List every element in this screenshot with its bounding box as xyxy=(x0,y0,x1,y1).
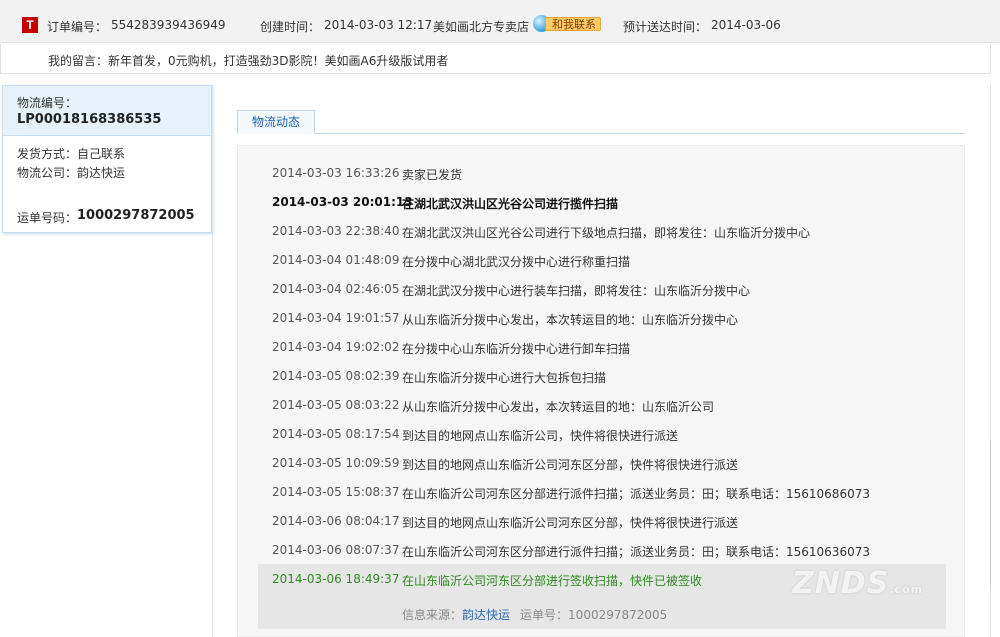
tracking-row: 2014-03-04 02:46:05 在湖北武汉分拨中心进行装车扫描，即将发往… xyxy=(238,279,966,299)
event-time: 2014-03-04 01:48:09 xyxy=(272,253,400,267)
site-watermark-logo: ZNDS.com xyxy=(792,566,924,601)
event-time: 2014-03-05 08:02:39 xyxy=(272,369,400,383)
tracking-row: 2014-03-06 08:07:37 在山东临沂公司河东区分部进行派件扫描；派… xyxy=(238,540,966,560)
event-time: 2014-03-05 15:08:37 xyxy=(272,485,400,499)
event-time: 2014-03-03 16:33:26 xyxy=(272,166,400,180)
buyer-message: 我的留言：新年首发，0元购机，打造强劲3D影院！美如画A6升级版试用者 xyxy=(48,54,449,68)
event-desc: 到达目的地网点山东临沂公司，快件将很快进行派送 xyxy=(402,429,679,443)
info-source-waybill: 1000297872005 xyxy=(568,608,668,622)
event-time: 2014-03-06 08:07:37 xyxy=(272,543,400,557)
contact-seller-label: 和我联系 xyxy=(545,17,601,31)
tracking-log: 2014-03-03 16:33:26 卖家已发货 2014-03-03 20:… xyxy=(237,145,965,637)
event-desc: 在山东临沂分拨中心进行大包拆包扫描 xyxy=(402,371,607,385)
event-desc: 卖家已发货 xyxy=(402,168,463,182)
tracking-row: 2014-03-04 19:02:02 在分拨中心山东临沂分拨中心进行卸车扫描 xyxy=(238,337,966,357)
info-source-waybill-label: 运单号： xyxy=(520,608,569,622)
info-source: 信息来源：韵达快运 运单号：1000297872005 xyxy=(402,606,667,623)
created-time: 2014-03-03 12:17 xyxy=(324,18,433,32)
ship-method-label: 发货方式： xyxy=(17,147,78,161)
ship-company: 韵达快运 xyxy=(77,166,126,180)
tracking-row: 2014-03-03 20:01:13 在湖北武汉洪山区光谷公司进行揽件扫描 xyxy=(238,192,966,212)
tracking-row: 2014-03-04 01:48:09 在分拨中心湖北武汉分拨中心进行称重扫描 xyxy=(238,250,966,270)
event-time: 2014-03-05 08:03:22 xyxy=(272,398,400,412)
eta-label: 预计送达时间： xyxy=(623,20,708,34)
waybill-no: 1000297872005 xyxy=(77,208,195,223)
info-source-label: 信息来源： xyxy=(402,608,463,622)
logistics-no: LP00018168386535 xyxy=(17,112,162,127)
logistics-info-panel: 物流编号： LP00018168386535 发货方式： 自己联系 物流公司： … xyxy=(2,85,212,233)
event-desc: 在分拨中心山东临沂分拨中心进行卸车扫描 xyxy=(402,342,631,356)
event-time: 2014-03-06 18:49:37 xyxy=(272,572,400,586)
buyer-message-bar: 我的留言：新年首发，0元购机，打造强劲3D影院！美如画A6升级版试用者 xyxy=(0,44,991,74)
logistics-no-box: 物流编号： LP00018168386535 xyxy=(3,86,211,136)
order-no-label: 订单编号： xyxy=(47,20,108,34)
panel-divider xyxy=(212,85,213,637)
side-widget-edge[interactable] xyxy=(990,440,1000,590)
event-time: 2014-03-04 19:02:02 xyxy=(272,340,400,354)
tracking-row: 2014-03-06 08:04:17 到达目的地网点山东临沂公司河东区分部，快… xyxy=(238,511,966,531)
created-label: 创建时间： xyxy=(260,20,321,34)
order-info-bar: T 订单编号： 554283939436949 创建时间： 2014-03-03… xyxy=(0,0,1000,43)
event-time: 2014-03-04 19:01:57 xyxy=(272,311,400,325)
waybill-label: 运单号码： xyxy=(17,211,78,225)
event-desc: 在山东临沂公司河东区分部进行派件扫描；派送业务员：田；联系电话：15610686… xyxy=(402,487,870,501)
event-desc: 在湖北武汉分拨中心进行装车扫描，即将发往：山东临沂分拨中心 xyxy=(402,284,751,298)
event-time: 2014-03-06 08:04:17 xyxy=(272,514,400,528)
tracking-row: 2014-03-05 08:03:22 从山东临沂分拨中心发出，本次转运目的地：… xyxy=(238,395,966,415)
event-desc: 在分拨中心湖北武汉分拨中心进行称重扫描 xyxy=(402,255,631,269)
contact-seller-button[interactable]: 和我联系 xyxy=(533,15,601,33)
event-desc: 在湖北武汉洪山区光谷公司进行下级地点扫描，即将发往：山东临沂分拨中心 xyxy=(402,226,811,240)
event-desc: 在山东临沂公司河东区分部进行派件扫描；派送业务员：田；联系电话：15610636… xyxy=(402,545,870,559)
tmall-logo-icon: T xyxy=(22,17,38,33)
event-desc: 在山东临沂公司河东区分部进行签收扫描，快件已被签收 xyxy=(402,574,703,588)
event-time: 2014-03-03 20:01:13 xyxy=(272,195,413,209)
event-time: 2014-03-05 10:09:59 xyxy=(272,456,400,470)
event-time: 2014-03-05 08:17:54 xyxy=(272,427,400,441)
tracking-row: 2014-03-05 15:08:37 在山东临沂公司河东区分部进行派件扫描；派… xyxy=(238,482,966,502)
event-time: 2014-03-03 22:38:40 xyxy=(272,224,400,238)
order-no: 554283939436949 xyxy=(111,18,226,32)
tracking-row: 2014-03-05 08:17:54 到达目的地网点山东临沂公司，快件将很快进… xyxy=(238,424,966,444)
tracking-row: 2014-03-04 19:01:57 从山东临沂分拨中心发出，本次转运目的地：… xyxy=(238,308,966,328)
eta-date: 2014-03-06 xyxy=(711,18,781,32)
event-desc: 从山东临沂分拨中心发出，本次转运目的地：山东临沂分拨中心 xyxy=(402,313,739,327)
tracking-row: 2014-03-05 10:09:59 到达目的地网点山东临沂公司河东区分部，快… xyxy=(238,453,966,473)
tracking-row: 2014-03-03 22:38:40 在湖北武汉洪山区光谷公司进行下级地点扫描… xyxy=(238,221,966,241)
ship-method: 自己联系 xyxy=(77,147,126,161)
shop-name[interactable]: 美如画北方专卖店 xyxy=(433,18,529,35)
event-desc: 从山东临沂分拨中心发出，本次转运目的地：山东临沂公司 xyxy=(402,400,715,414)
event-time: 2014-03-04 02:46:05 xyxy=(272,282,400,296)
tracking-row: 2014-03-03 16:33:26 卖家已发货 xyxy=(238,163,966,183)
tab-logistics-updates[interactable]: 物流动态 xyxy=(237,110,315,134)
ship-company-label: 物流公司： xyxy=(17,166,78,180)
logistics-no-label: 物流编号： xyxy=(17,96,78,110)
event-desc: 到达目的地网点山东临沂公司河东区分部，快件将很快进行派送 xyxy=(402,458,739,472)
tab-underline xyxy=(238,133,965,134)
event-desc: 在湖北武汉洪山区光谷公司进行揽件扫描 xyxy=(402,197,619,211)
event-desc: 到达目的地网点山东临沂公司河东区分部，快件将很快进行派送 xyxy=(402,516,739,530)
tracking-row: 2014-03-05 08:02:39 在山东临沂分拨中心进行大包拆包扫描 xyxy=(238,366,966,386)
info-source-carrier-link[interactable]: 韵达快运 xyxy=(462,608,510,622)
